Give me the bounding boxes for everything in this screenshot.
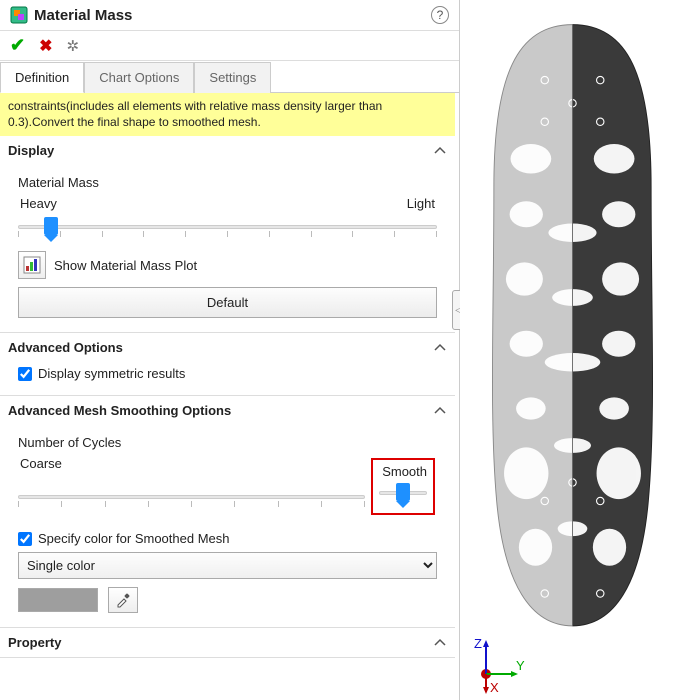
model-geometry — [480, 20, 665, 631]
section-advanced: Advanced Options Display symmetric resul… — [0, 333, 455, 396]
symmetric-label: Display symmetric results — [38, 366, 185, 381]
eyedropper-icon — [115, 592, 131, 608]
show-plot-button[interactable] — [18, 251, 46, 279]
default-button[interactable]: Default — [18, 287, 437, 318]
axis-z-label: Z — [474, 636, 482, 651]
section-display-title: Display — [8, 143, 54, 158]
pin-button[interactable]: ✲ — [67, 37, 80, 55]
section-display: Display Material Mass Heavy Light — [0, 136, 455, 333]
color-mode-select[interactable]: Single color — [18, 552, 437, 579]
tab-settings[interactable]: Settings — [194, 62, 271, 93]
slider-light-label: Light — [407, 196, 435, 211]
plot-icon — [23, 256, 41, 274]
eyedropper-button[interactable] — [108, 587, 138, 613]
color-swatch[interactable] — [18, 588, 98, 612]
slider-smooth-label: Smooth — [379, 464, 427, 479]
axis-y-label: Y — [516, 658, 525, 673]
graphics-view[interactable]: Z Y X — [460, 0, 679, 700]
slider-heavy-label: Heavy — [20, 196, 57, 211]
symmetric-checkbox-row[interactable]: Display symmetric results — [18, 366, 437, 381]
tab-chart-options[interactable]: Chart Options — [84, 62, 194, 93]
show-plot-label: Show Material Mass Plot — [54, 258, 197, 273]
panel-body[interactable]: constraints(includes all elements with r… — [0, 93, 459, 700]
panel-title: Material Mass — [34, 7, 431, 24]
mass-slider[interactable] — [18, 217, 437, 243]
symmetric-checkbox[interactable] — [18, 367, 32, 381]
section-mesh: Advanced Mesh Smoothing Options Number o… — [0, 396, 455, 628]
section-advanced-header[interactable]: Advanced Options — [0, 333, 455, 362]
chevron-up-icon — [433, 636, 447, 650]
section-advanced-title: Advanced Options — [8, 340, 123, 355]
chevron-up-icon — [433, 144, 447, 158]
section-property-header[interactable]: Property — [0, 628, 455, 657]
chevron-up-icon — [433, 404, 447, 418]
section-mesh-title: Advanced Mesh Smoothing Options — [8, 403, 231, 418]
axis-x-label: X — [490, 680, 499, 694]
smooth-slider-thumb[interactable] — [396, 483, 410, 501]
panel-header: Material Mass ? — [0, 0, 459, 31]
help-icon[interactable]: ? — [431, 6, 449, 24]
cycles-label: Number of Cycles — [18, 435, 437, 450]
section-display-header[interactable]: Display — [0, 136, 455, 165]
chevron-up-icon — [433, 341, 447, 355]
section-property-title: Property — [8, 635, 61, 650]
property-panel: Material Mass ? ✔ ✖ ✲ Definition Chart O… — [0, 0, 460, 700]
specify-color-label: Specify color for Smoothed Mesh — [38, 531, 229, 546]
mass-slider-thumb[interactable] — [44, 217, 58, 235]
display-subtitle: Material Mass — [18, 175, 437, 190]
ok-button[interactable]: ✔ — [10, 35, 25, 56]
material-mass-icon — [10, 6, 28, 24]
section-mesh-header[interactable]: Advanced Mesh Smoothing Options — [0, 396, 455, 425]
specify-color-row[interactable]: Specify color for Smoothed Mesh — [18, 531, 437, 546]
tab-definition[interactable]: Definition — [0, 62, 84, 93]
info-note: constraints(includes all elements with r… — [0, 93, 455, 136]
confirm-toolbar: ✔ ✖ ✲ — [0, 31, 459, 61]
smooth-slider-end[interactable] — [379, 483, 427, 509]
smooth-slider[interactable] — [18, 487, 365, 513]
tab-bar: Definition Chart Options Settings — [0, 61, 459, 93]
cancel-button[interactable]: ✖ — [39, 36, 52, 56]
section-property: Property — [0, 628, 455, 658]
specify-color-checkbox[interactable] — [18, 532, 32, 546]
smooth-highlight: Smooth — [371, 458, 435, 515]
view-triad[interactable]: Z Y X — [466, 634, 526, 694]
